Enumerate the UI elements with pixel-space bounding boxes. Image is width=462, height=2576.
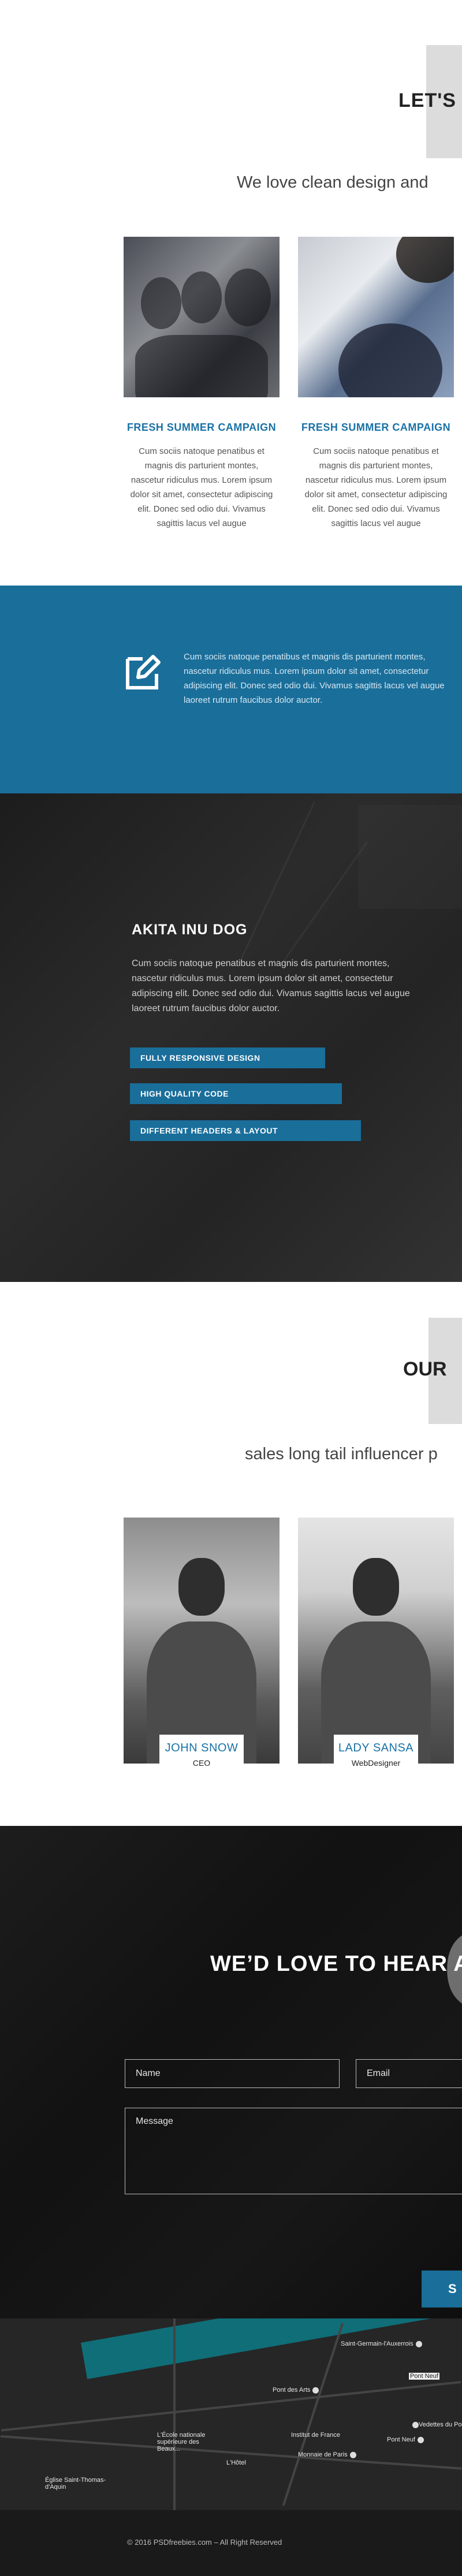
footer: © 2016 PSDfreebies.com – All Right Reser… [0,2510,462,2576]
team-member-photo [298,1518,454,1764]
map-label: Monnaie de Paris [298,2451,356,2458]
map-label: Pont Neuf [409,2373,439,2380]
map-label: Institut de France [291,2432,340,2439]
portfolio-image [298,237,454,397]
map-label: Pont des Arts [273,2387,319,2394]
portfolio-card-title[interactable]: FRESH SUMMER CAMPAIGN [124,422,280,434]
map-label: L'École nationale supérieure des Beaux..… [157,2432,206,2452]
team-member-name: JOHN SNOW [165,1742,239,1754]
about-section: AKITA INU DOG Cum sociis natoque penatib… [0,793,462,1282]
portfolio-card-text: Cum sociis natoque penatibus et magnis d… [304,446,448,528]
portfolio-card-title[interactable]: FRESH SUMMER CAMPAIGN [298,422,454,434]
portfolio-image [124,237,280,397]
message-field[interactable]: Message [125,2108,462,2194]
team-member-nameplate: LADY SANSA WebDesigner [334,1735,418,1775]
team-member-card[interactable]: JOHN SNOW CEO [124,1518,280,1775]
about-text: Cum sociis natoque penatibus et magnis d… [132,959,410,1013]
about-heading: AKITA INU DOG [132,922,248,938]
team-subheading: sales long tail influencer p [245,1445,438,1463]
contact-heading: WE’D LOVE TO HEAR A [210,1952,462,1976]
map-label: Pont Neuf [387,2436,424,2443]
map-label: L'Hôtel [226,2459,246,2466]
feature-band: Cum sociis natoque penatibus et magnis d… [0,586,462,793]
map[interactable]: Saint-Germain-l'Auxerrois Pont des Arts … [0,2318,462,2510]
intro-section: LET'S We love clean design and FRESH SUM… [0,0,462,586]
map-label: Vedettes du Pont [410,2421,462,2428]
feature-text: Cum sociis natoque penatibus et magnis d… [184,652,445,705]
team-member-photo [124,1518,280,1764]
skill-bar: HIGH QUALITY CODE [130,1083,342,1104]
map-label: Église Saint-Thomas-d'Aquin [45,2477,106,2491]
team-member-role: CEO [192,1758,211,1768]
team-section: OUR sales long tail influencer p JOHN SN… [0,1282,462,1826]
name-field[interactable]: Name [125,2059,340,2088]
copyright-text: © 2016 PSDfreebies.com – All Right Reser… [127,2538,282,2547]
intro-heading: LET'S [398,90,456,111]
map-label: Saint-Germain-l'Auxerrois [341,2340,422,2347]
send-button[interactable]: S [422,2271,462,2307]
map-river [81,2318,462,2380]
team-member-card[interactable]: LADY SANSA WebDesigner [298,1518,454,1775]
contact-section: C WE’D LOVE TO HEAR A Name Email Message… [0,1826,462,2318]
skill-bar: DIFFERENT HEADERS & LAYOUT [130,1120,361,1141]
portfolio-card[interactable]: FRESH SUMMER CAMPAIGN Cum sociis natoque… [124,237,280,531]
team-heading: OUR [403,1358,447,1380]
portfolio-card-text: Cum sociis natoque penatibus et magnis d… [130,446,273,528]
portfolio-card[interactable]: FRESH SUMMER CAMPAIGN Cum sociis natoque… [298,237,454,531]
skill-bar: FULLY RESPONSIVE DESIGN [130,1047,325,1068]
intro-subheading: We love clean design and [237,173,429,192]
team-member-name: LADY SANSA [338,1742,414,1754]
team-member-nameplate: JOHN SNOW CEO [159,1735,244,1775]
email-field[interactable]: Email [356,2059,462,2088]
edit-icon [126,655,161,689]
team-member-role: WebDesigner [351,1758,401,1768]
